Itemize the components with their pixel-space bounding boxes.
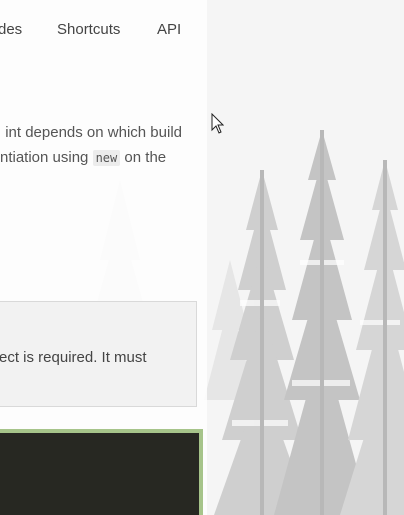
page: des Shortcuts API int depends on which b… bbox=[0, 0, 404, 515]
nav-api-link[interactable]: API bbox=[157, 21, 181, 38]
top-nav: des Shortcuts API bbox=[0, 0, 207, 60]
mouse-pointer-icon bbox=[211, 113, 224, 134]
nav-shortcuts-link[interactable]: Shortcuts bbox=[57, 21, 120, 38]
paragraph-line-2-text: ntiation using bbox=[0, 149, 93, 166]
note-text: ect is required. It must bbox=[0, 349, 147, 366]
paragraph-line-2: ntiation using new on the bbox=[0, 146, 166, 170]
paragraph-line-2-tail: on the bbox=[120, 149, 167, 166]
content-panel: des Shortcuts API int depends on which b… bbox=[0, 0, 207, 515]
note-box: ect is required. It must bbox=[0, 301, 197, 407]
nav-guides-link[interactable]: des bbox=[0, 21, 22, 38]
code-block bbox=[0, 429, 203, 515]
inline-code-new: new bbox=[92, 150, 121, 166]
paragraph-line-1: int depends on which build bbox=[5, 124, 182, 141]
